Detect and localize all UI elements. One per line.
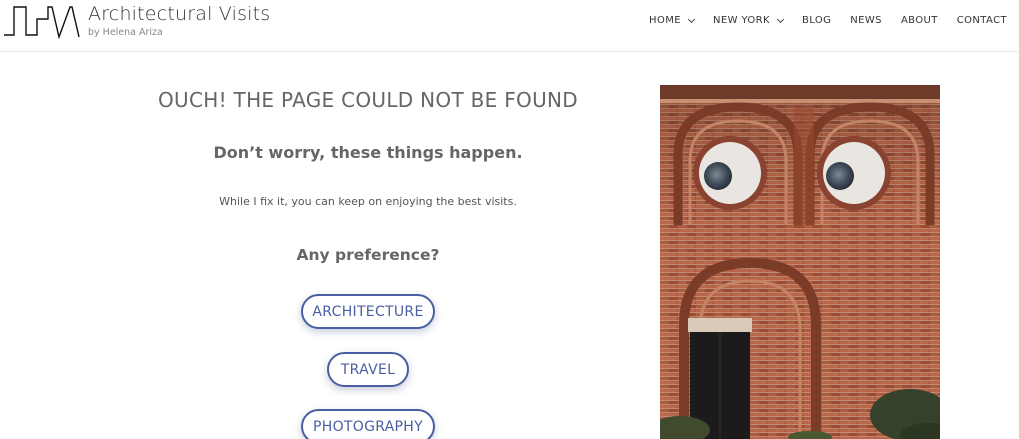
site-title[interactable]: Architectural Visits: [88, 3, 270, 25]
nav-item-blog[interactable]: BLOG: [802, 15, 831, 26]
site-subtitle: by Helena Ariza: [88, 27, 163, 38]
nav-item-home[interactable]: HOME: [649, 15, 696, 26]
nav-item-label: BLOG: [802, 15, 832, 26]
nav-item-label: HOME: [649, 15, 681, 26]
site-logo-icon[interactable]: [4, 5, 80, 39]
chevron-down-icon: [687, 15, 696, 23]
nav-item-about[interactable]: ABOUT: [901, 15, 938, 26]
travel-button[interactable]: TRAVEL: [327, 352, 409, 387]
architecture-button[interactable]: ARCHITECTURE: [301, 294, 435, 329]
nav-item-label: CONTACT: [956, 15, 1007, 26]
nav-item-label: NEWS: [850, 15, 882, 26]
main-nav: HOME NEW YORK BLOG NEWS ABOUT CONTACT: [649, 15, 1007, 26]
nav-item-news[interactable]: NEWS: [850, 15, 882, 26]
nav-item-label: NEW YORK: [712, 15, 770, 26]
brick-building-image: [660, 85, 940, 439]
photography-button[interactable]: PHOTOGRAPHY: [301, 409, 435, 439]
page-message: While I fix it, you can keep on enjoying…: [219, 195, 517, 208]
nav-item-new-york[interactable]: NEW YORK: [712, 15, 785, 26]
preference-question: Any preference?: [296, 246, 440, 264]
site-header: Architectural Visits by Helena Ariza HOM…: [0, 0, 1019, 52]
nav-item-label: ABOUT: [900, 15, 938, 26]
nav-item-contact[interactable]: CONTACT: [957, 15, 1007, 26]
brick-face-photo: [660, 85, 940, 439]
chevron-down-icon: [776, 15, 785, 23]
page-title: OUCH! THE PAGE COULD NOT BE FOUND: [158, 88, 578, 112]
page-subheading: Don’t worry, these things happen.: [213, 143, 523, 162]
